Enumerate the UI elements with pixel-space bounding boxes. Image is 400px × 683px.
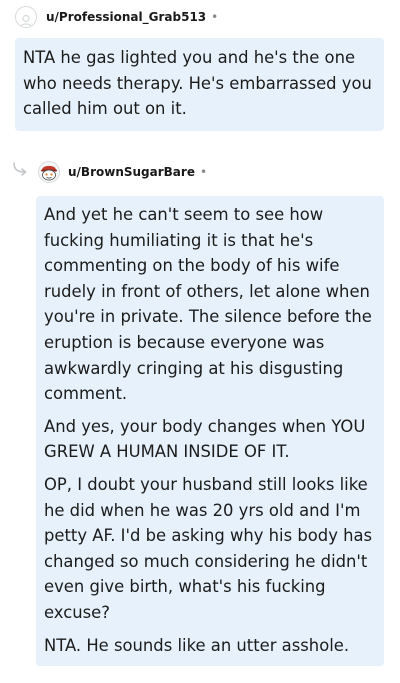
- comment-paragraph: And yes, your body changes when YOU GREW…: [44, 416, 366, 462]
- reply-arrow-icon: [13, 162, 27, 176]
- comment-header: u/Professional_Grab513 •: [15, 6, 218, 28]
- comment-paragraph: And yet he can't seem to see how fucking…: [44, 205, 372, 404]
- comment-header: u/BrownSugarBare •: [38, 161, 207, 183]
- comment-paragraph: NTA. He sounds like an utter asshole.: [44, 635, 350, 655]
- comment-body: And yet he can't seem to see how fucking…: [36, 196, 384, 666]
- comment-author-username[interactable]: u/Professional_Grab513: [46, 10, 206, 24]
- comment-body: NTA he gas lighted you and he's the one …: [15, 38, 384, 131]
- separator-dot: •: [199, 165, 208, 179]
- comment-author-username[interactable]: u/BrownSugarBare: [68, 165, 195, 179]
- separator-dot: •: [211, 10, 219, 24]
- comment-paragraph: OP, I doubt your husband still looks lik…: [44, 474, 373, 622]
- snoo-avatar-icon[interactable]: [38, 161, 60, 183]
- comment-paragraph: NTA he gas lighted you and he's the one …: [23, 48, 372, 119]
- default-avatar-icon[interactable]: [15, 6, 37, 28]
